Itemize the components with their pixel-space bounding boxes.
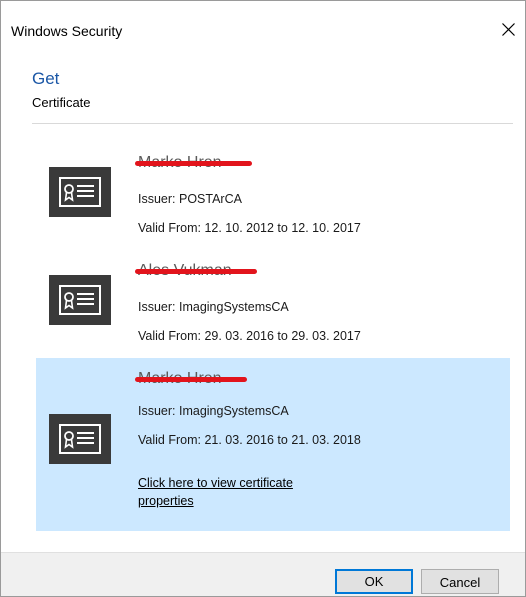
certificate-item-2[interactable]: Ales Vukman Issuer: ImagingSystemsCA Val… (36, 259, 510, 349)
windows-security-dialog: Windows Security Get Certificate Marko H… (0, 0, 526, 597)
certificate-name-redacted: Ales Vukman (135, 262, 268, 282)
redaction-mark (135, 269, 257, 274)
close-button[interactable] (491, 13, 525, 47)
certificate-icon (49, 275, 111, 325)
certificate-issuer: Issuer: ImagingSystemsCA (138, 404, 289, 418)
header-divider (32, 123, 513, 124)
view-certificate-properties-link[interactable]: Click here to view certificate propertie… (138, 474, 338, 510)
redaction-mark (135, 161, 252, 166)
certificate-item-3-selected[interactable]: Marko Hren Issuer: ImagingSystemsCA Vali… (36, 358, 510, 531)
certificate-issuer: Issuer: POSTArCA (138, 192, 242, 206)
close-icon (501, 23, 515, 36)
dialog-footer: OK Cancel (1, 552, 525, 596)
certificate-validity: Valid From: 12. 10. 2012 to 12. 10. 2017 (138, 221, 361, 235)
title-bar: Windows Security (1, 1, 525, 57)
cancel-button[interactable]: Cancel (421, 569, 499, 594)
redaction-mark (135, 377, 247, 382)
dialog-heading: Get (32, 69, 60, 88)
certificate-icon (49, 414, 111, 464)
certificate-item-1[interactable]: Marko Hren Issuer: POSTArCA Valid From: … (36, 151, 510, 241)
certificate-name-redacted: Marko Hren (135, 154, 268, 174)
window-title: Windows Security (11, 23, 123, 39)
certificate-validity: Valid From: 29. 03. 2016 to 29. 03. 2017 (138, 329, 361, 343)
ok-button[interactable]: OK (335, 569, 413, 594)
dialog-subheading: Certificate (32, 95, 91, 110)
certificate-issuer: Issuer: ImagingSystemsCA (138, 300, 289, 314)
certificate-name-redacted: Marko Hren (135, 370, 268, 390)
certificate-icon (49, 167, 111, 217)
certificate-validity: Valid From: 21. 03. 2016 to 21. 03. 2018 (138, 433, 361, 447)
